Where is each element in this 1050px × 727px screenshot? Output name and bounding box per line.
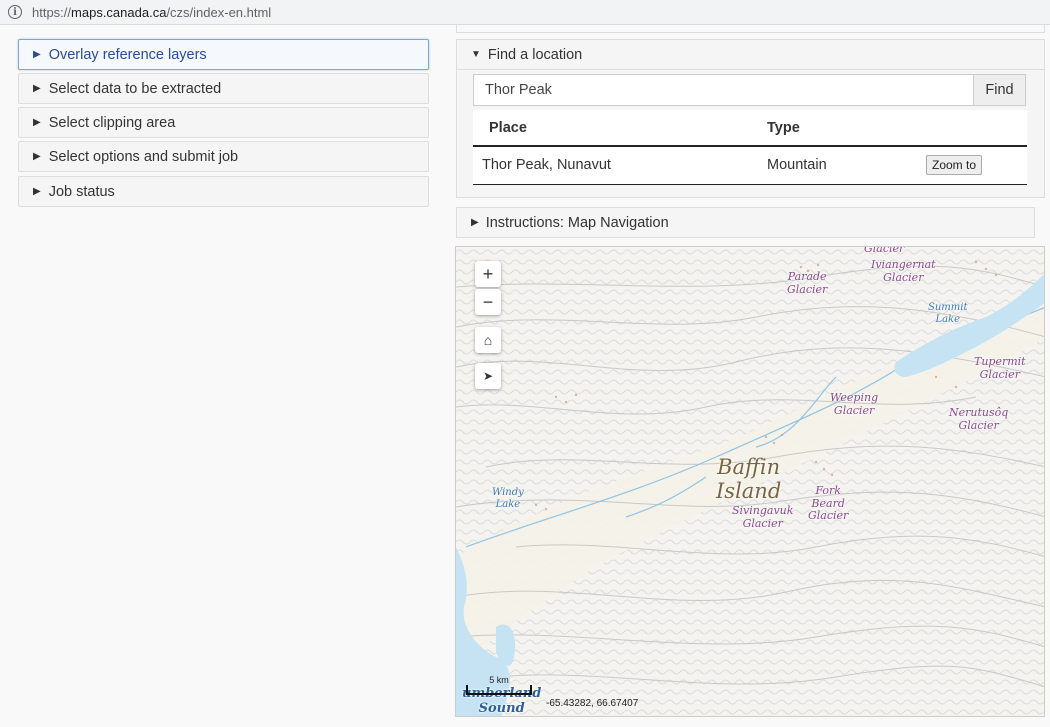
home-icon[interactable]: ⌂ xyxy=(475,327,501,353)
location-search-input[interactable] xyxy=(473,74,974,106)
accordion-label: Select clipping area xyxy=(48,114,176,131)
map-label-iviangernat: Iviangernat Glacier xyxy=(871,258,936,284)
accordion-select-clipping-area[interactable]: ▶ Select clipping area xyxy=(18,107,429,138)
info-icon[interactable]: i xyxy=(8,5,22,19)
map-scale: 5 km xyxy=(466,675,534,695)
instructions-map-navigation[interactable]: ▶ Instructions: Map Navigation xyxy=(456,207,1035,238)
scale-label: 5 km xyxy=(489,675,509,685)
top-panel-edge xyxy=(456,25,1045,33)
find-location-panel: ▼ Find a location Find Place Type Thor P… xyxy=(456,39,1045,198)
locate-icon[interactable]: ➤ xyxy=(475,363,501,389)
map-label-fork-beard: Fork Beard Glacier xyxy=(808,484,849,523)
map-label-baffin-island: Baffin Island xyxy=(716,455,782,504)
accordion-select-data[interactable]: ▶ Select data to be extracted xyxy=(18,73,429,104)
accordion-label: Overlay reference layers xyxy=(48,46,207,63)
map-label-glacier: Glacier xyxy=(864,246,905,255)
page: ▶ Overlay reference layers ▶ Select data… xyxy=(0,25,1050,727)
results-table: Place Type Thor Peak, Nunavut Mountain Z… xyxy=(473,110,1027,185)
type-cell: Mountain xyxy=(751,146,917,185)
find-location-title: Find a location xyxy=(487,46,583,63)
map-label-sivingavuk: Sivingavuk Glacier xyxy=(732,504,794,530)
search-row: Find xyxy=(473,74,1026,106)
accordion-overlay-reference-layers[interactable]: ▶ Overlay reference layers xyxy=(18,39,429,70)
accordion-label: Job status xyxy=(48,183,115,200)
type-column-header: Type xyxy=(751,110,917,147)
map-coordinates: -65.43282, 66.67407 xyxy=(546,698,639,709)
zoom-out-button[interactable]: − xyxy=(475,289,501,315)
accordion-job-status[interactable]: ▶ Job status xyxy=(18,176,429,207)
place-column-header: Place xyxy=(473,110,751,147)
accordion-label: Select data to be extracted xyxy=(48,80,222,97)
scale-bar xyxy=(466,685,532,695)
map-label-tupermit: Tupermit Glacier xyxy=(974,355,1026,381)
table-row: Thor Peak, Nunavut Mountain Zoom to xyxy=(473,146,1027,185)
accordion-select-options[interactable]: ▶ Select options and submit job xyxy=(18,141,429,172)
instructions-label: Instructions: Map Navigation xyxy=(485,214,669,231)
triangle-right-icon: ▶ xyxy=(33,186,41,197)
results-header-row: Place Type xyxy=(473,110,1027,147)
place-cell: Thor Peak, Nunavut xyxy=(473,146,751,185)
zoom-in-button[interactable]: + xyxy=(475,261,501,287)
triangle-down-icon: ▼ xyxy=(471,49,481,60)
accordion-label: Select options and submit job xyxy=(48,148,239,165)
map-label-windy-lake: Windy Lake xyxy=(492,487,524,510)
zoom-to-button[interactable]: Zoom to xyxy=(926,155,983,176)
map-label-weeping: Weeping Glacier xyxy=(830,391,879,417)
url-text: https://maps.canada.ca/czs/index-en.html xyxy=(32,4,272,20)
triangle-right-icon: ▶ xyxy=(33,49,41,60)
map-label-summit-lake: Summit Lake xyxy=(928,302,968,325)
map-label-parade: Parade Glacier xyxy=(787,270,828,296)
address-bar[interactable]: i https://maps.canada.ca/czs/index-en.ht… xyxy=(0,0,1050,25)
map-view[interactable]: + − ⌂ ➤ Glacier Iviangernat Glacier Para… xyxy=(455,246,1045,717)
triangle-right-icon: ▶ xyxy=(33,151,41,162)
map-label-nerutusoq: Nerutusôq Glacier xyxy=(949,406,1009,432)
action-column-header xyxy=(917,110,1027,147)
triangle-right-icon: ▶ xyxy=(471,217,479,228)
action-cell: Zoom to xyxy=(917,146,1027,185)
triangle-right-icon: ▶ xyxy=(33,117,41,128)
find-location-header[interactable]: ▼ Find a location xyxy=(457,40,1044,70)
triangle-right-icon: ▶ xyxy=(33,83,41,94)
find-button[interactable]: Find xyxy=(974,74,1026,106)
